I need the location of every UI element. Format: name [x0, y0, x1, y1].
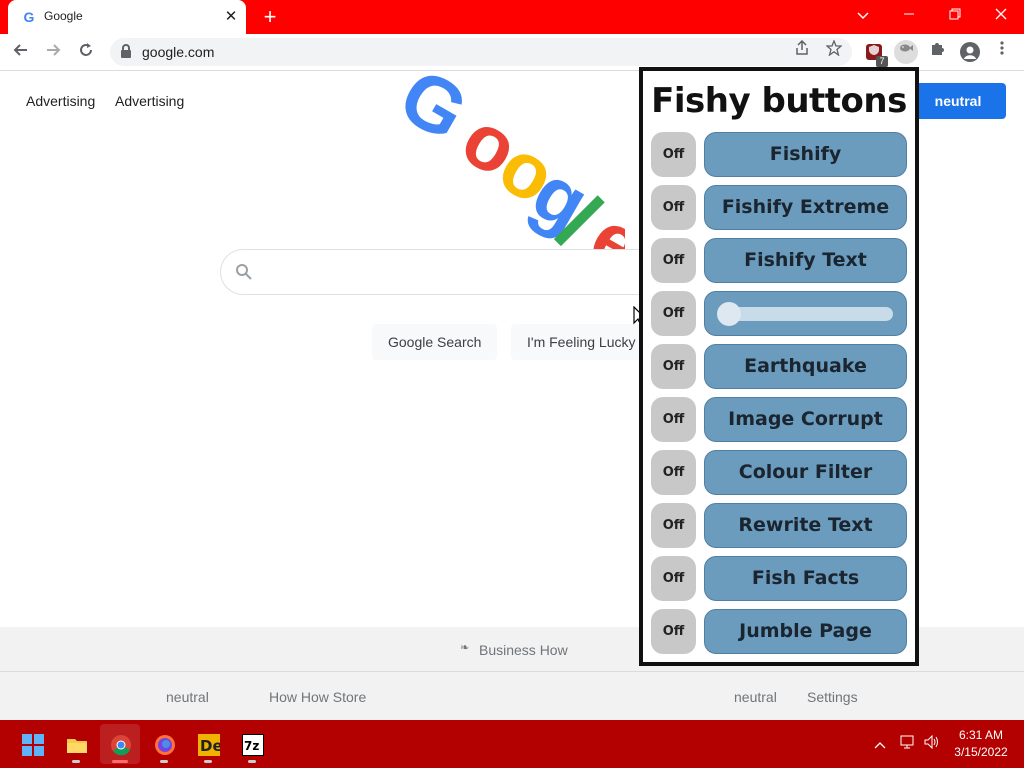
- fishy-button[interactable]: Fish Facts: [704, 556, 907, 601]
- forward-icon[interactable]: [40, 39, 66, 65]
- tab-google[interactable]: G Google ✕: [8, 0, 246, 34]
- taskbar-clock[interactable]: 6:31 AM 3/15/2022: [946, 727, 1016, 761]
- fishy-row: Off Fishify Text: [651, 238, 907, 284]
- taskbar-7zip[interactable]: 7z: [232, 724, 272, 764]
- taskbar-firefox[interactable]: [144, 724, 184, 764]
- extensions-puzzle-icon[interactable]: [926, 40, 950, 64]
- lock-icon: [120, 44, 132, 58]
- back-icon[interactable]: [8, 39, 34, 65]
- fishy-row: Off Fishify Extreme: [651, 185, 907, 231]
- top-link-advertising-2[interactable]: Advertising: [115, 93, 184, 109]
- restore-icon[interactable]: [932, 0, 978, 30]
- fishy-button[interactable]: Jumble Page: [704, 609, 907, 654]
- footer-link-neutral[interactable]: neutral: [166, 689, 209, 705]
- tab-title: Google: [44, 9, 83, 23]
- leaf-icon: ❧: [460, 642, 470, 654]
- running-indicator-active: [112, 760, 128, 763]
- close-window-icon[interactable]: [978, 0, 1024, 30]
- running-indicator: [204, 760, 212, 763]
- bookmark-star-icon[interactable]: [822, 39, 846, 64]
- network-icon[interactable]: [896, 730, 920, 758]
- fishy-button[interactable]: Image Corrupt: [704, 397, 907, 442]
- off-toggle-button[interactable]: Off: [651, 291, 696, 336]
- share-icon[interactable]: [790, 39, 814, 64]
- off-toggle-button[interactable]: Off: [651, 556, 696, 601]
- menu-kebab-icon[interactable]: [990, 40, 1014, 64]
- taskbar-de-app[interactable]: De: [188, 724, 228, 764]
- fishy-button[interactable]: Fishify Extreme: [704, 185, 907, 230]
- fishy-row: Off Fishify: [651, 132, 907, 178]
- slider-knob[interactable]: [717, 302, 741, 326]
- google-search-button[interactable]: Google Search: [372, 324, 498, 360]
- fishy-slider[interactable]: [704, 291, 907, 336]
- running-indicator: [72, 760, 80, 763]
- footer-link-store[interactable]: How How Store: [269, 689, 366, 705]
- search-icon: [236, 264, 252, 280]
- 7zip-icon: 7z: [242, 734, 264, 756]
- folder-icon: [67, 739, 87, 753]
- google-favicon-icon: G: [23, 9, 35, 25]
- off-toggle-button[interactable]: Off: [651, 132, 696, 177]
- reload-icon[interactable]: [73, 39, 99, 65]
- browser-toolbar: google.com: [0, 34, 1024, 71]
- fishy-row: Off Earthquake: [651, 344, 907, 390]
- running-indicator: [160, 760, 168, 763]
- fishy-buttons-popup: Fishy buttons Off Fishify Off Fishify Extre…: [639, 67, 919, 666]
- fishy-button[interactable]: Earthquake: [704, 344, 907, 389]
- taskbar-chrome[interactable]: [100, 724, 140, 764]
- fishy-button[interactable]: Rewrite Text: [704, 503, 907, 548]
- address-bar[interactable]: google.com: [110, 38, 852, 66]
- fishy-row: Off Image Corrupt: [651, 397, 907, 443]
- signin-button[interactable]: neutral: [910, 83, 1006, 119]
- feeling-lucky-button[interactable]: I'm Feeling Lucky: [511, 324, 652, 360]
- off-toggle-button[interactable]: Off: [651, 238, 696, 283]
- popup-title: Fishy buttons: [651, 81, 907, 121]
- fishy-button[interactable]: Fishify: [704, 132, 907, 177]
- off-toggle-button[interactable]: Off: [651, 450, 696, 495]
- taskbar-file-explorer[interactable]: [56, 724, 96, 764]
- tab-search-icon[interactable]: [840, 0, 886, 30]
- windows-icon: [22, 734, 44, 756]
- profile-avatar-icon[interactable]: [960, 42, 980, 62]
- tab-strip: G Google ✕ +: [0, 0, 1024, 34]
- footer-link-settings[interactable]: Settings: [807, 689, 858, 705]
- extension-badge: 7: [876, 56, 888, 67]
- taskbar: De 7z 6:31 AM 3/15/2022: [0, 720, 1024, 768]
- firefox-icon: [155, 735, 175, 755]
- volume-icon[interactable]: [920, 730, 944, 758]
- off-toggle-button[interactable]: Off: [651, 185, 696, 230]
- fishy-row: Off Rewrite Text: [651, 503, 907, 549]
- chrome-icon: [111, 735, 131, 756]
- de-app-icon: De: [198, 734, 220, 756]
- fishy-row: Off Colour Filter: [651, 450, 907, 496]
- new-tab-button[interactable]: +: [258, 6, 282, 28]
- off-toggle-button[interactable]: Off: [651, 344, 696, 389]
- slider-track[interactable]: [717, 302, 893, 326]
- fishy-row: Off Jumble Page: [651, 609, 907, 655]
- url-text: google.com: [142, 44, 215, 60]
- fishy-button[interactable]: Fishify Text: [704, 238, 907, 283]
- fishy-button[interactable]: Colour Filter: [704, 450, 907, 495]
- fishy-row: Off: [651, 291, 907, 337]
- svg-text:De: De: [200, 737, 220, 755]
- top-link-advertising[interactable]: Advertising: [26, 93, 95, 109]
- fish-extension-icon[interactable]: [894, 40, 918, 64]
- clock-date: 3/15/2022: [954, 745, 1008, 759]
- google-logo: G o o g e: [400, 70, 625, 250]
- tray-chevron-up-icon[interactable]: [868, 730, 892, 758]
- off-toggle-button[interactable]: Off: [651, 397, 696, 442]
- clock-time: 6:31 AM: [958, 728, 1004, 742]
- fishy-row: Off Fish Facts: [651, 556, 907, 602]
- tab-close-icon[interactable]: ✕: [222, 8, 240, 26]
- off-toggle-button[interactable]: Off: [651, 609, 696, 654]
- start-button[interactable]: [12, 724, 52, 764]
- footer-location-text: Business How: [479, 642, 568, 658]
- minimize-icon[interactable]: [886, 0, 932, 30]
- footer-link-neutral-2[interactable]: neutral: [734, 689, 777, 705]
- svg-text:7z: 7z: [244, 739, 259, 753]
- running-indicator: [248, 760, 256, 763]
- off-toggle-button[interactable]: Off: [651, 503, 696, 548]
